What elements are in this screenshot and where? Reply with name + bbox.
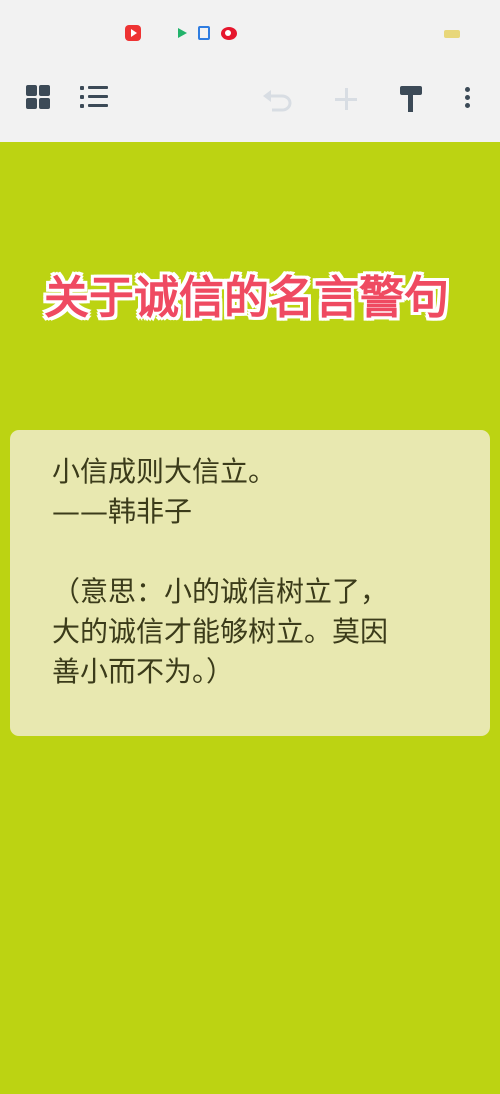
status-bar	[0, 0, 500, 66]
quote-explanation-line: 善小而不为。）	[52, 655, 235, 688]
quote-explanation-line: 大的诚信才能够树立。莫因	[52, 615, 389, 648]
document-app-icon	[198, 26, 210, 40]
editor-toolbar	[0, 66, 500, 142]
play-store-icon	[175, 25, 191, 41]
quote-spacer	[52, 532, 452, 572]
quote-text: 小信成则大信立。 ——韩非子 （意思：小的诚信树立了， 大的诚信才能够树立。莫因…	[52, 452, 452, 692]
weibo-icon	[221, 27, 237, 40]
battery-icon	[444, 30, 460, 38]
quote-line: 小信成则大信立。	[52, 455, 277, 488]
video-app-icon	[125, 25, 141, 41]
add-icon[interactable]	[333, 86, 359, 112]
more-options-icon[interactable]	[464, 85, 472, 111]
quote-explanation-line: （意思：小的诚信树立了，	[52, 575, 389, 608]
list-view-icon[interactable]	[80, 84, 110, 110]
grid-view-icon[interactable]	[24, 83, 52, 111]
quote-card: 小信成则大信立。 ——韩非子 （意思：小的诚信树立了， 大的诚信才能够树立。莫因…	[10, 430, 490, 736]
quote-author: ——韩非子	[52, 495, 193, 528]
paint-roller-icon[interactable]	[398, 84, 424, 112]
undo-icon[interactable]	[260, 86, 294, 112]
article-title: 关于诚信的名言警句	[44, 271, 450, 324]
